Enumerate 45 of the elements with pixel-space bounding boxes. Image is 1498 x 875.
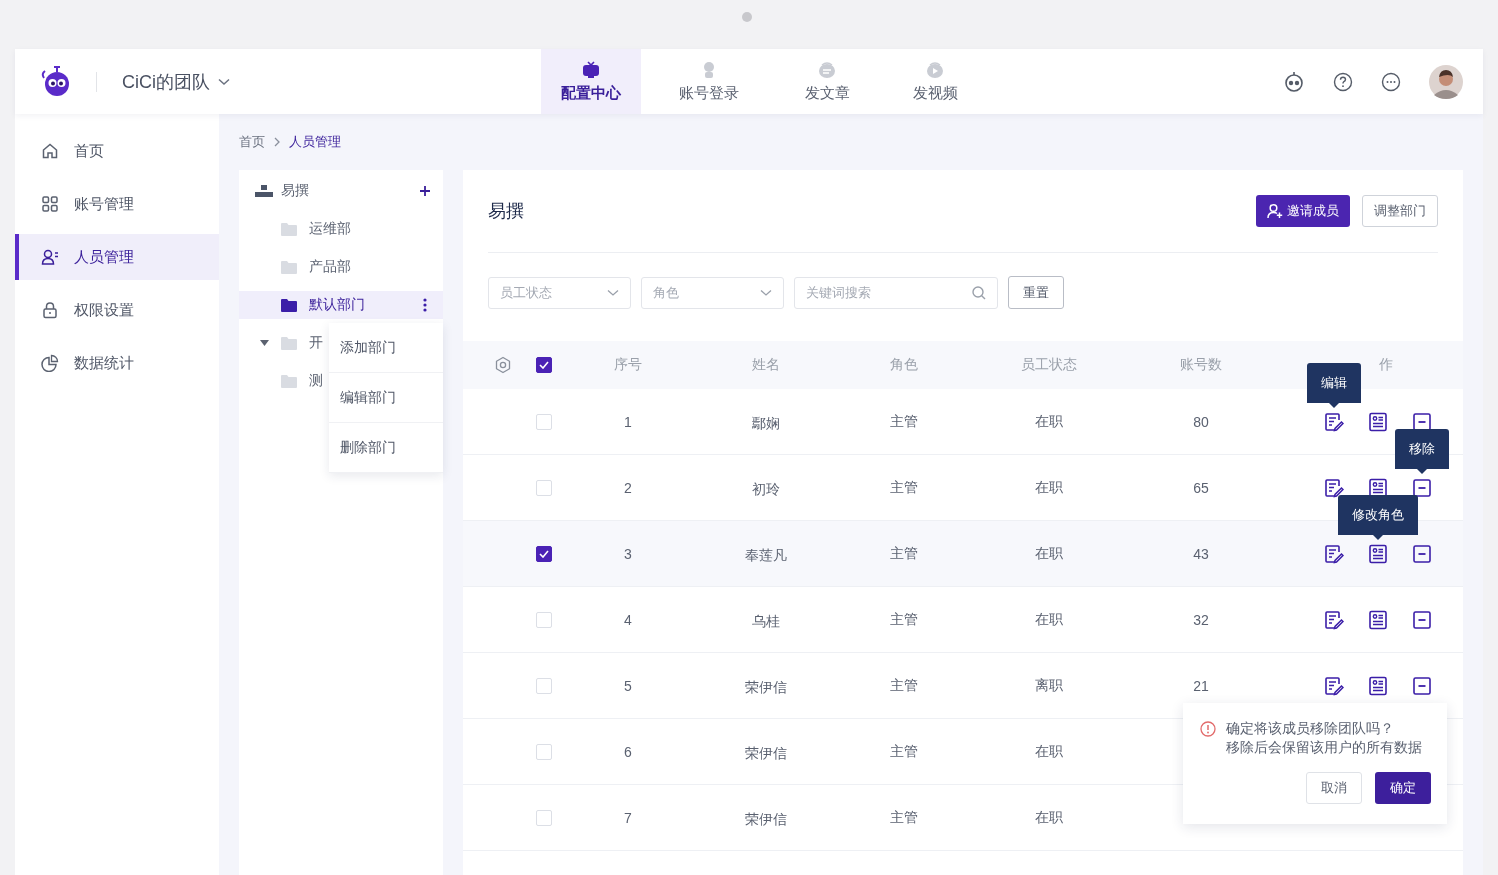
- table-cell-text: 43: [1192, 545, 1210, 562]
- tooltip: 编辑: [1307, 362, 1361, 408]
- table-cell-text: 主管: [889, 610, 919, 629]
- table-cell-text: 在职: [1034, 742, 1064, 761]
- table-cell-text: 乌桂: [751, 611, 781, 631]
- table-cell-text: 主管: [889, 742, 919, 761]
- table-cell-text: 21: [1192, 677, 1210, 694]
- column-header: 作: [1379, 356, 1393, 374]
- table-cell-text: 离职: [1034, 676, 1064, 695]
- table-cell-text: 荣伊信: [744, 677, 788, 697]
- table-cell-text: 奉莲凡: [744, 545, 788, 565]
- table-cell-text: 1: [623, 413, 633, 430]
- table-cell-text: 80: [1192, 413, 1210, 430]
- table-cell-text: 主管: [889, 676, 919, 695]
- table-cell-text: 荣伊信: [744, 743, 788, 763]
- table-cell-text: 主管: [889, 544, 919, 563]
- table-cell-text: 主管: [889, 478, 919, 497]
- tooltip: 修改角色: [1338, 494, 1418, 540]
- table-cell-text: 在职: [1034, 478, 1064, 497]
- tooltip: 移除: [1395, 428, 1449, 474]
- table-cell-text: 在职: [1034, 808, 1064, 827]
- confirm-message: 移除后会保留该用户的所有数据: [1226, 738, 1422, 757]
- table-cell-text: 6: [623, 743, 633, 760]
- table-cell-text: 鄢娴: [751, 413, 781, 433]
- confirm-title: 确定将该成员移除团队吗？: [1226, 719, 1395, 738]
- table-cell-text: 2: [623, 479, 633, 496]
- column-header: 员工状态: [1021, 356, 1077, 374]
- table-cell-text: 在职: [1034, 412, 1064, 431]
- table-cell-text: 65: [1192, 479, 1210, 496]
- table-cell-text: 主管: [889, 808, 919, 827]
- panel-title: 易撰: [488, 200, 524, 223]
- table-cell-text: 在职: [1034, 610, 1064, 629]
- table-cell-text: 在职: [1034, 544, 1064, 563]
- table-cell-text: 荣伊信: [744, 809, 788, 829]
- table-cell-text: 7: [623, 809, 633, 826]
- table-cell-text: 初玲: [751, 479, 781, 499]
- column-header: 序号: [614, 356, 642, 374]
- table-cell-text: 4: [623, 611, 633, 628]
- column-header: 账号数: [1180, 356, 1222, 374]
- table-cell-text: 5: [623, 677, 633, 694]
- table-cell-text: 主管: [889, 412, 919, 431]
- table-cell-text: 32: [1192, 611, 1210, 628]
- table-cell-text: 3: [623, 545, 633, 562]
- column-header: 角色: [890, 356, 918, 374]
- column-header: 姓名: [752, 356, 780, 374]
